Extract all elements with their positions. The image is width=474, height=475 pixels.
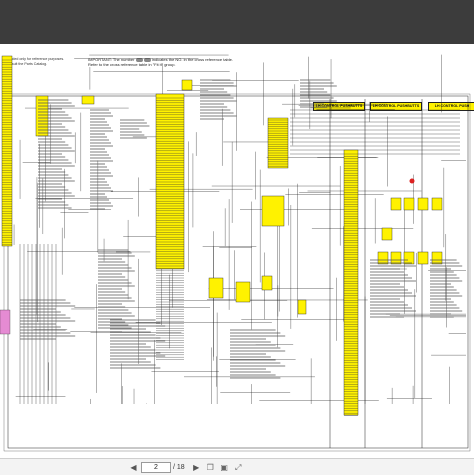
relay-box	[417, 197, 429, 211]
viewer-top-bar	[0, 0, 474, 44]
total-pages: / 18	[173, 463, 185, 471]
connector-block	[261, 195, 285, 227]
viewer-bottom-bar: ◀ 2 / 18 ▶ ❐ ▣ ⤢	[0, 458, 474, 475]
relay-box	[431, 197, 443, 211]
connector-block	[343, 149, 359, 416]
caret-right-icon[interactable]: ▶	[191, 462, 202, 473]
connector-block	[261, 275, 273, 291]
schematic-page: ...included only for reference purposes.…	[0, 44, 474, 458]
current-page-value: 2	[154, 463, 158, 471]
relay-box	[417, 251, 429, 265]
relay-box	[403, 251, 415, 265]
relay-box	[403, 197, 415, 211]
page-number-input[interactable]: 2	[141, 461, 171, 473]
relay-box	[377, 251, 389, 265]
relay-box	[390, 251, 402, 265]
connector-block	[208, 277, 224, 299]
relay-box	[431, 251, 443, 265]
connector-block	[0, 309, 11, 335]
connector-block	[155, 93, 185, 270]
wiring-diagram	[0, 54, 471, 452]
fullscreen-icon[interactable]: ⤢	[233, 462, 244, 473]
marker-dot	[409, 178, 415, 184]
copy-icon[interactable]: ❐	[205, 462, 216, 473]
connector-block	[235, 281, 251, 303]
page-icon[interactable]: ▣	[219, 462, 230, 473]
connector-block	[267, 117, 289, 169]
connector-block	[1, 55, 13, 247]
relay-box	[381, 227, 393, 241]
connector-block	[81, 95, 95, 105]
relay-box	[390, 197, 402, 211]
connector-block	[297, 299, 307, 315]
page-navigation: ◀ 2 / 18 ▶ ❐ ▣ ⤢	[128, 461, 244, 473]
caret-left-icon[interactable]: ◀	[128, 462, 139, 473]
connector-block	[181, 79, 193, 91]
